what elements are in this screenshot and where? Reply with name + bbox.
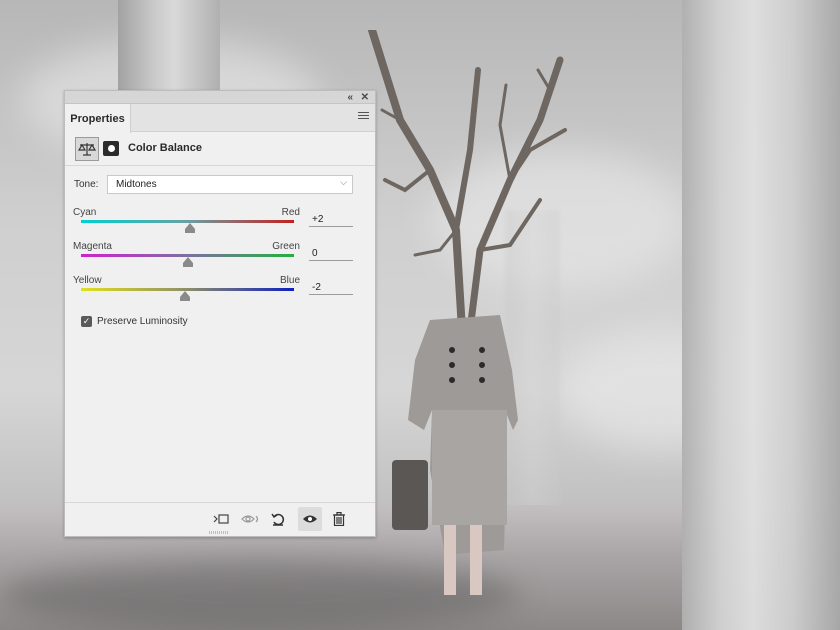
layer-mask-icon[interactable] (103, 141, 119, 156)
clip-to-layer-icon[interactable] (209, 507, 233, 531)
close-icon[interactable]: ✕ (361, 91, 369, 104)
yellow-blue-value-field[interactable]: -2 (309, 280, 353, 295)
preserve-luminosity-checkbox[interactable]: ✓ (81, 316, 92, 327)
trash-icon[interactable] (327, 507, 351, 531)
magenta-green-slider-block: Magenta Green 0 (65, 241, 375, 275)
scales-icon (78, 143, 96, 156)
slider-label-red: Red (281, 207, 300, 218)
adjustment-header: Color Balance (65, 132, 375, 166)
cyan-red-slider-block: Cyan Red +2 (65, 207, 375, 241)
cyan-red-value-field[interactable]: +2 (309, 212, 353, 227)
slider-label-yellow: Yellow (73, 275, 102, 286)
color-balance-icon[interactable] (75, 137, 99, 161)
view-previous-state-icon[interactable] (239, 507, 263, 531)
tone-label: Tone: (74, 179, 99, 190)
panel-tab-row: Properties (65, 104, 375, 133)
panel-titlebar[interactable]: « ✕ (65, 91, 375, 104)
panel-menu-icon[interactable] (358, 112, 369, 122)
adjustment-title: Color Balance (128, 142, 202, 154)
left-leg (444, 525, 456, 595)
suitcase (392, 460, 428, 530)
tone-row: Tone: Midtones ⌵ (65, 175, 375, 195)
tab-properties[interactable]: Properties (65, 104, 131, 133)
collapse-icon[interactable]: « (347, 91, 353, 104)
skirt (432, 410, 507, 525)
slider-label-green: Green (272, 241, 300, 252)
yellow-blue-slider-thumb[interactable] (180, 291, 191, 301)
cyan-red-slider-thumb[interactable] (184, 223, 195, 233)
tree-branches (368, 30, 567, 334)
panel-bottom-bar (65, 502, 375, 536)
right-leg (470, 525, 482, 595)
chevron-down-icon: ⌵ (340, 177, 347, 187)
properties-panel: « ✕ Properties Color Balance Tone: Midto… (64, 90, 376, 537)
preserve-luminosity-label: Preserve Luminosity (97, 316, 188, 327)
tone-value: Midtones (116, 179, 157, 190)
slider-label-blue: Blue (279, 275, 300, 286)
resize-grip[interactable] (209, 531, 229, 534)
visibility-eye-icon[interactable] (298, 507, 322, 531)
pillar-right (682, 0, 840, 630)
magenta-green-slider-thumb[interactable] (182, 257, 193, 267)
slider-label-magenta: Magenta (73, 241, 112, 252)
magenta-green-value-field[interactable]: 0 (309, 246, 353, 261)
tree-headed-woman-figure (368, 30, 567, 595)
reset-icon[interactable] (266, 507, 290, 531)
tone-dropdown[interactable]: Midtones ⌵ (107, 175, 353, 194)
pillar-left (118, 0, 220, 100)
slider-label-cyan: Cyan (73, 207, 97, 218)
yellow-blue-slider-block: Yellow Blue -2 (65, 275, 375, 309)
